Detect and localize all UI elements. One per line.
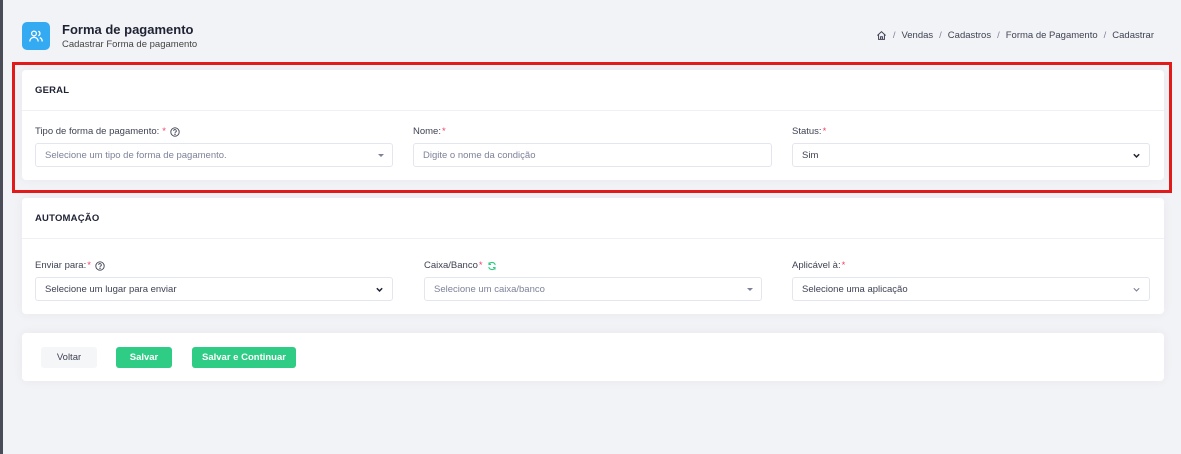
aplicavel-select[interactable]: Selecione uma aplicação: [792, 277, 1150, 301]
breadcrumb-item-forma-de-pagamento[interactable]: Forma de Pagamento: [1006, 30, 1098, 41]
tipo-label: Tipo de forma de pagamento: *: [35, 126, 180, 137]
breadcrumb-item-cadastrar: Cadastrar: [1112, 30, 1154, 41]
geral-card: GERAL Tipo de forma de pagamento: * Sele…: [22, 70, 1164, 180]
chevron-down-icon: [375, 285, 384, 294]
caret-down-icon: [747, 287, 753, 291]
breadcrumb: / Vendas / Cadastros / Forma de Pagament…: [876, 30, 1154, 41]
nome-input[interactable]: [423, 149, 763, 161]
chevron-down-icon: [1132, 151, 1141, 160]
caret-down-icon: [378, 153, 384, 157]
window-edge: [0, 0, 3, 454]
enviar-select-placeholder: Selecione um lugar para enviar: [45, 283, 177, 295]
geral-section-title: GERAL: [35, 84, 70, 96]
breadcrumb-separator: /: [892, 30, 896, 41]
geral-card-header: GERAL: [22, 70, 1164, 111]
aplicavel-label-text: Aplicável à:: [792, 260, 841, 271]
breadcrumb-separator: /: [1103, 30, 1107, 41]
required-marker: *: [441, 126, 446, 137]
breadcrumb-separator: /: [939, 30, 942, 41]
tipo-select-placeholder: Selecione um tipo de forma de pagamento.: [45, 149, 227, 161]
caixa-select[interactable]: Selecione um caixa/banco: [424, 277, 762, 301]
breadcrumb-item-cadastros[interactable]: Cadastros: [948, 30, 991, 41]
breadcrumb-item-vendas[interactable]: Vendas: [901, 30, 933, 41]
enviar-select[interactable]: Selecione um lugar para enviar: [35, 277, 393, 301]
nome-label: Nome: *: [413, 126, 446, 137]
salvar-button[interactable]: Salvar: [116, 347, 172, 368]
refresh-icon[interactable]: [487, 261, 497, 271]
required-marker: *: [478, 260, 483, 271]
caixa-select-placeholder: Selecione um caixa/banco: [434, 283, 545, 295]
tipo-label-text: Tipo de forma de pagamento:: [35, 126, 160, 137]
page-title: Forma de pagamento: [62, 22, 194, 37]
page-subtitle: Cadastrar Forma de pagamento: [62, 39, 198, 50]
salvar-e-continuar-button[interactable]: Salvar e Continuar: [192, 347, 296, 368]
nome-label-text: Nome:: [413, 126, 441, 137]
chevron-down-icon: [1132, 285, 1141, 294]
aplicavel-select-placeholder: Selecione uma aplicação: [802, 283, 908, 295]
status-label-text: Status:: [792, 126, 822, 137]
aplicavel-label: Aplicável à: *: [792, 260, 845, 271]
automacao-card-header: AUTOMAÇÃO: [22, 198, 1164, 239]
home-icon[interactable]: [876, 30, 887, 41]
status-select-value: Sim: [802, 149, 819, 161]
help-icon[interactable]: [170, 126, 180, 137]
enviar-label-text: Enviar para:: [35, 260, 87, 271]
automacao-section-title: AUTOMAÇÃO: [35, 212, 100, 224]
voltar-button[interactable]: Voltar: [41, 347, 97, 368]
automacao-card: AUTOMAÇÃO Enviar para: * Selecione um lu…: [22, 198, 1164, 314]
required-marker: *: [841, 260, 846, 271]
actions-card: Voltar Salvar Salvar e Continuar: [22, 333, 1164, 381]
required-marker: *: [87, 260, 91, 271]
status-label: Status: *: [792, 126, 826, 137]
required-marker: *: [162, 126, 166, 137]
page-header: Forma de pagamento Cadastrar Forma de pa…: [22, 20, 1160, 54]
required-marker: *: [822, 126, 827, 137]
help-icon[interactable]: [95, 260, 105, 271]
status-select[interactable]: Sim: [792, 143, 1150, 167]
caixa-label-text: Caixa/Banco: [424, 260, 478, 271]
breadcrumb-separator: /: [997, 30, 1000, 41]
tipo-select[interactable]: Selecione um tipo de forma de pagamento.: [35, 143, 393, 167]
users-icon: [22, 22, 50, 50]
caixa-label: Caixa/Banco *: [424, 260, 497, 271]
enviar-label: Enviar para: *: [35, 260, 105, 271]
nome-input-wrapper: [413, 143, 772, 167]
